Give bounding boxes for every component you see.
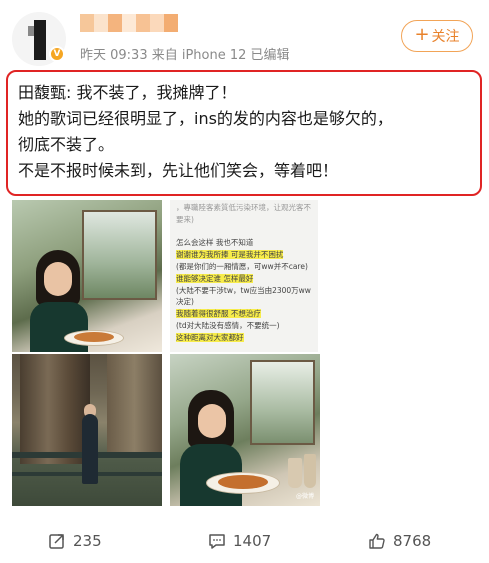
- post-text-line: 彻底不装了。: [18, 135, 115, 154]
- lyrics-line: 谁能够决定谁 怎样最好: [176, 273, 314, 285]
- lyrics-line: [176, 226, 314, 238]
- pasta: [218, 475, 268, 489]
- tree-trunk: [20, 354, 90, 464]
- post-header: V 昨天 09:33 来自 iPhone 12 已编辑 + 关注: [0, 0, 489, 70]
- thumbs-up-icon: [369, 533, 385, 549]
- lyrics-line: 谢谢谁为我所捧 可是我并不困扰: [176, 249, 314, 261]
- follow-button[interactable]: + 关注: [401, 20, 473, 52]
- lyrics-line-text: (都是你们的一厢情愿，可ww并不care): [176, 261, 308, 271]
- post-text-line: 田馥甄: 我不装了，我摊牌了！: [18, 83, 237, 102]
- post-text-highlight-box: 田馥甄: 我不装了，我摊牌了！ 她的歌词已经很明显了，ins的发的内容也是够欠的…: [6, 70, 482, 196]
- tree-trunk: [107, 354, 162, 454]
- lyrics-line: 怎么会这样 我也不知道: [176, 237, 314, 249]
- repost-button[interactable]: 235: [48, 522, 102, 560]
- post-meta: 昨天 09:33 来自 iPhone 12 已编辑: [80, 48, 290, 63]
- watermark: @微博: [295, 493, 314, 500]
- photo-eating-pasta-2[interactable]: @微博: [170, 354, 320, 506]
- like-count: 8768: [393, 532, 432, 550]
- repost-icon: [49, 534, 64, 549]
- lyrics-line-text: 谢谢谁为我所捧 可是我并不困扰: [176, 250, 284, 260]
- lyrics-line: 决定): [176, 296, 314, 308]
- comment-button[interactable]: 1407: [208, 522, 271, 560]
- person-figure: [82, 414, 98, 484]
- window-forest-view: [250, 360, 315, 445]
- follow-label: 关注: [431, 29, 460, 45]
- drink-glass: [288, 458, 302, 488]
- post-text-line: 不是不报时候未到，先让他们笑会，等着吧！: [18, 161, 339, 180]
- window-forest-view: [82, 210, 157, 300]
- lyrics-line: 这种距离对大家都好: [176, 332, 314, 344]
- comment-count: 1407: [233, 532, 272, 550]
- lyrics-line: ，專職陸客素質低污染环境，让观光客不: [176, 202, 314, 214]
- photo-lyrics-screenshot[interactable]: ，專職陸客素質低污染环境，让观光客不 要来) 怎么会这样 我也不知道谢谢谁为我所捧…: [170, 200, 318, 352]
- action-bar: 235 1407 8768: [0, 522, 489, 560]
- lyrics-line: (td对大陆没有感情，不要统一): [176, 320, 314, 332]
- photo-forest-bridge[interactable]: [12, 354, 162, 506]
- repost-count: 235: [73, 532, 102, 550]
- lyrics-line-text: ，專職陸客素質低污染环境，让观光客不: [176, 203, 311, 212]
- pasta: [74, 332, 114, 342]
- avatar-image-figure: [34, 20, 46, 60]
- photo-eating-pasta-1[interactable]: [12, 200, 162, 352]
- lyrics-line-text: 这种距离对大家都好: [176, 332, 244, 342]
- lyrics-line-text: 要来): [176, 214, 194, 224]
- lyrics-line: 要来): [176, 214, 314, 226]
- post-text-line: 她的歌词已经很明显了，ins的发的内容也是够欠的，: [18, 109, 393, 128]
- verified-badge-icon: V: [49, 46, 65, 62]
- plus-icon: +: [414, 24, 430, 45]
- lyrics-lines: ，專職陸客素質低污染环境，让观光客不 要来) 怎么会这样 我也不知道谢谢谁为我所捧…: [176, 202, 314, 344]
- lyrics-line-text: 怎么会这样 我也不知道: [176, 238, 254, 248]
- like-button[interactable]: 8768: [368, 522, 431, 560]
- lyrics-line-text: 决定): [176, 297, 194, 307]
- person-face: [198, 404, 226, 438]
- drink-glass: [304, 454, 316, 488]
- comment-icon: [209, 534, 225, 549]
- lyrics-line: (都是你们的一厢情愿，可ww并不care): [176, 261, 314, 273]
- lyrics-line-text: (大陆不要干涉tw，tw应当由2300万ww: [176, 285, 311, 295]
- lyrics-line-text: 谁能够决定谁 怎样最好: [176, 273, 254, 283]
- author-name-blurred[interactable]: [80, 14, 178, 32]
- lyrics-line: (大陆不要干涉tw，tw应当由2300万ww: [176, 285, 314, 297]
- lyrics-line-text: (td对大陆没有感情，不要统一): [176, 320, 280, 330]
- lyrics-line: 我随着得很舒服 不想治疗: [176, 308, 314, 320]
- lyrics-line-text: 我随着得很舒服 不想治疗: [176, 309, 261, 319]
